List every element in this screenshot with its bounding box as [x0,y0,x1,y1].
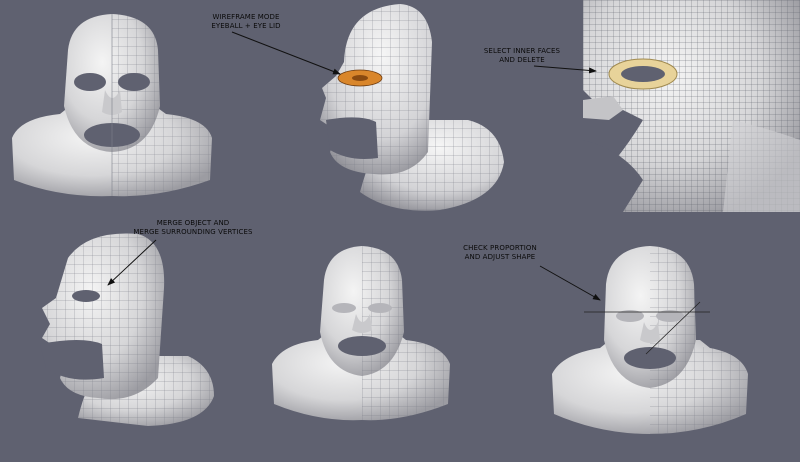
arrow-wireframe [231,31,341,75]
tutorial-canvas: WIREFRAME MODE EYEBALL + EYE LID SELECT … [0,0,800,462]
arrow-merge [107,239,157,286]
arrow-check [539,265,601,301]
arrow-select [533,65,597,74]
annotation-arrows [107,31,601,301]
